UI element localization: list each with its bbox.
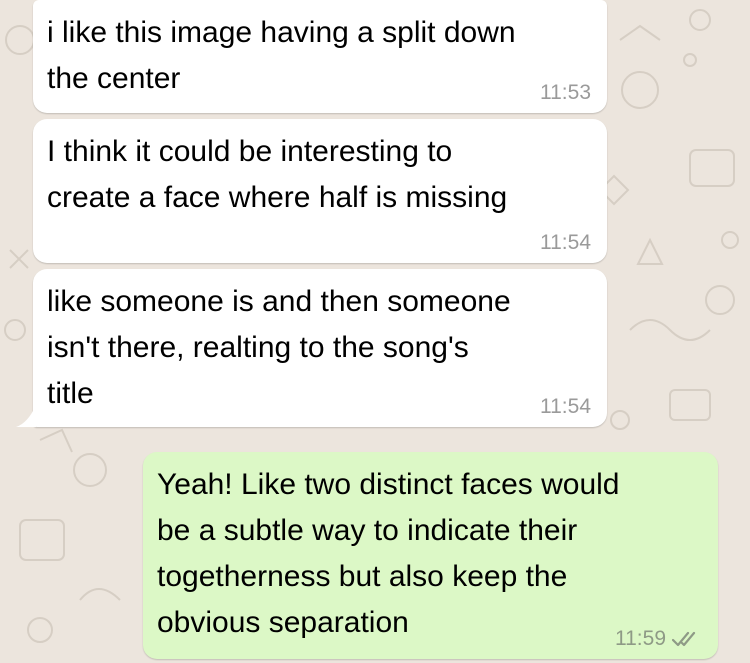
message-text: i like this image having a split down th… [47, 16, 516, 95]
incoming-message-bubble[interactable]: I think it could be interesting to creat… [33, 119, 607, 263]
message-timestamp: 11:54 [540, 231, 591, 254]
message-timestamp: 11:53 [540, 81, 591, 104]
message-meta: 11:53 [540, 81, 591, 105]
message-meta: 11:54 [540, 395, 591, 419]
incoming-message-bubble[interactable]: like someone is and then someone isn't t… [33, 269, 607, 427]
chat-message-list[interactable]: i like this image having a split down th… [0, 0, 750, 663]
double-check-icon [672, 631, 696, 647]
message-timestamp: 11:54 [540, 395, 591, 418]
message-timestamp: 11:59 [615, 627, 666, 650]
incoming-message-bubble[interactable]: i like this image having a split down th… [33, 0, 607, 113]
message-text: Yeah! Like two distinct faces would be a… [157, 468, 620, 639]
outgoing-message-bubble[interactable]: Yeah! Like two distinct faces would be a… [143, 452, 718, 659]
message-meta: 11:59 [615, 627, 702, 651]
message-text: like someone is and then someone isn't t… [47, 285, 511, 410]
bubble-tail-icon [16, 405, 36, 427]
message-meta: 11:54 [540, 231, 591, 255]
message-text: I think it could be interesting to creat… [47, 135, 508, 214]
